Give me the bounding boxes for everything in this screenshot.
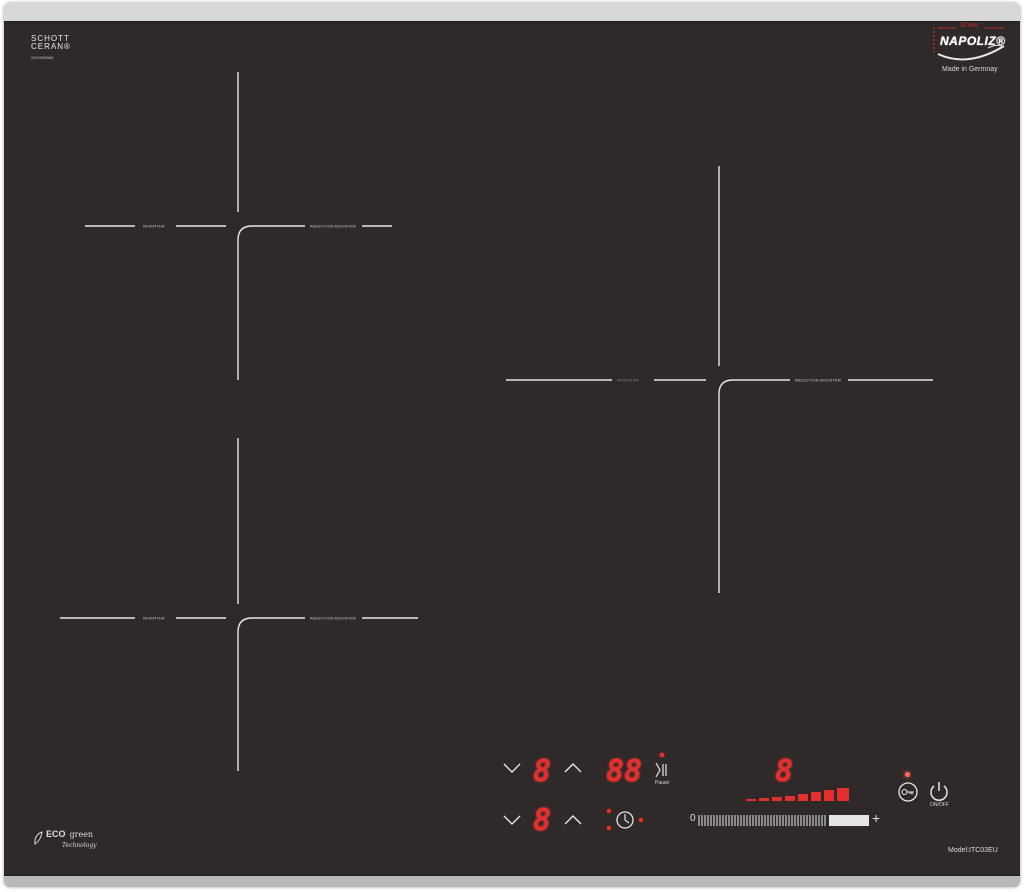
eco-title: ECO (46, 829, 66, 839)
slider-plus-label: + (872, 810, 881, 826)
key-lock-icon[interactable] (897, 781, 919, 803)
power-slider[interactable] (697, 814, 869, 827)
zone-bottom-left-booster-label: INDUCTION BOOSTER (309, 615, 357, 621)
eco-logo: ECO green Technology (46, 829, 97, 849)
power-level-bar (746, 788, 849, 801)
zone-top-left-booster-label: INDUCTION BOOSTER (309, 223, 357, 229)
zone-markings (60, 72, 933, 771)
eco-subtitle: Technology (62, 842, 97, 849)
onoff-label: ON/OFF (930, 802, 949, 808)
chevron-up-icon[interactable] (563, 812, 583, 828)
zone-right-inverter-label: INVERTER (617, 377, 639, 383)
eco-word: green (69, 830, 94, 839)
chevron-down-icon[interactable] (502, 760, 522, 776)
zone-level-display-bottom: 8 (533, 803, 552, 838)
power-icon[interactable] (928, 780, 950, 802)
zone-bottom-left-inverter-label: INVERTER (143, 615, 165, 621)
model-label: Model:ITC03EU (948, 847, 998, 854)
zone-right-booster-label: INDUCTION BOOSTER (794, 377, 842, 383)
timer-icon[interactable] (601, 807, 651, 835)
zone-level-display-top: 8 (533, 754, 552, 789)
pause-icon[interactable] (652, 750, 672, 784)
chevron-up-icon[interactable] (563, 760, 583, 776)
leaf-icon (34, 831, 43, 845)
power-level-display: 8 (775, 754, 794, 789)
timer-display: 88 (606, 754, 643, 789)
pause-label: Pause (655, 780, 670, 786)
chevron-down-icon[interactable] (502, 812, 522, 828)
zone-top-left-inverter-label: INVERTER (143, 223, 165, 229)
lock-indicator-light (905, 772, 910, 777)
slider-min-label: 0 (690, 813, 696, 824)
